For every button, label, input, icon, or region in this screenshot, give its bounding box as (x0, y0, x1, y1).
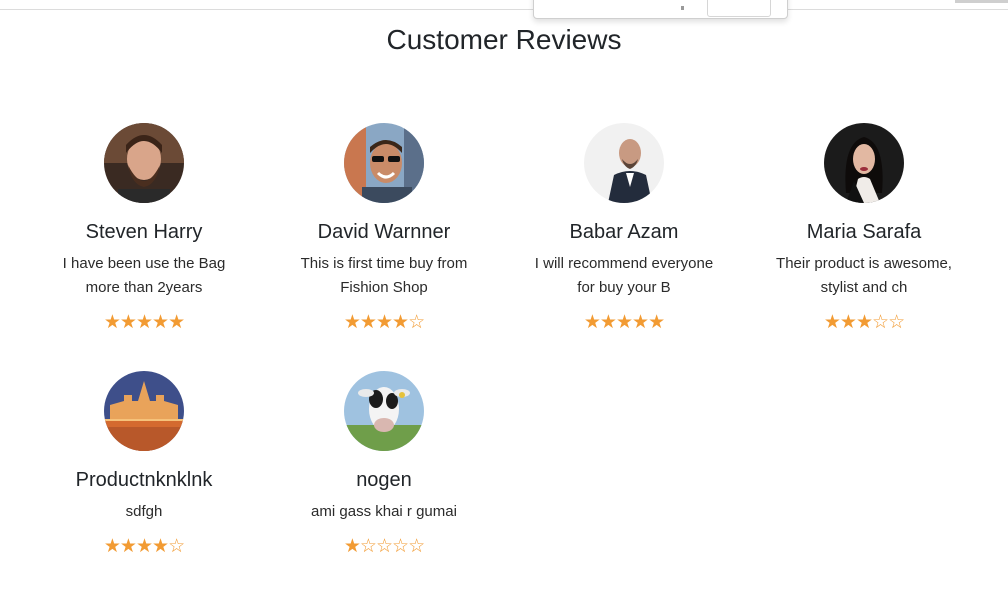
star-filled-icon: ★ (119, 312, 137, 333)
reviewer-name: Steven Harry (85, 221, 203, 243)
review-card: nogen ami gass khai r gumai ★☆☆☆☆ (264, 371, 504, 557)
star-rating: ★★★★★ (24, 313, 264, 333)
review-card: Babar Azam I will recommend everyone for… (504, 123, 744, 333)
star-filled-icon: ★ (168, 312, 185, 333)
star-empty-icon: ☆ (168, 536, 185, 557)
dropdown-button[interactable] (707, 0, 771, 17)
review-text: I have been use the Bag more than 2years (62, 255, 226, 296)
star-filled-icon: ★ (103, 536, 121, 557)
reviewer-name: nogen (356, 469, 412, 491)
star-empty-icon: ☆ (375, 536, 393, 557)
star-empty-icon: ☆ (392, 536, 409, 557)
star-filled-icon: ★ (615, 312, 633, 333)
star-filled-icon: ★ (152, 312, 169, 333)
star-filled-icon: ★ (583, 312, 601, 333)
review-card: David Warnner This is first time buy fro… (264, 123, 504, 333)
dropdown-caret (681, 6, 684, 10)
star-empty-icon: ☆ (359, 536, 377, 557)
star-filled-icon: ★ (599, 312, 617, 333)
review-card: Productnknklnk sdfgh ★★★★☆ (24, 371, 264, 557)
star-empty-icon: ☆ (872, 312, 889, 333)
star-rating: ★★★★☆ (264, 313, 504, 333)
star-filled-icon: ★ (632, 312, 649, 333)
star-filled-icon: ★ (343, 312, 361, 333)
star-filled-icon: ★ (823, 312, 841, 333)
star-rating: ★★★★★ (504, 313, 744, 333)
reviewer-name: Productnknklnk (75, 469, 213, 491)
man-with-beard-avatar (104, 123, 184, 203)
reviewer-name: Babar Azam (569, 221, 679, 243)
star-filled-icon: ★ (359, 312, 377, 333)
bald-man-in-suit-avatar (584, 123, 664, 203)
star-filled-icon: ★ (392, 312, 409, 333)
star-empty-icon: ☆ (408, 536, 425, 557)
review-card: Maria Sarafa Their product is awesome, s… (744, 123, 984, 333)
reviewer-name: Maria Sarafa (806, 221, 922, 243)
star-filled-icon: ★ (839, 312, 857, 333)
reviewer-name: David Warnner (317, 221, 451, 243)
parliament-building-avatar (104, 371, 184, 451)
review-text: I will recommend everyone for buy your B (534, 255, 714, 296)
star-rating: ★★★☆☆ (744, 313, 984, 333)
page-title: Customer Reviews (386, 24, 622, 55)
review-text: This is first time buy from Fishion Shop (300, 255, 468, 296)
review-text: sdfgh (125, 503, 163, 520)
woman-with-dark-hair-avatar (824, 123, 904, 203)
review-card: Steven Harry I have been use the Bag mor… (24, 123, 264, 333)
star-empty-icon: ☆ (408, 312, 425, 333)
scroll-indicator (955, 0, 1008, 3)
review-text: Their product is awesome, stylist and ch (776, 255, 952, 296)
review-text: ami gass khai r gumai (311, 503, 457, 520)
star-filled-icon: ★ (119, 536, 137, 557)
star-filled-icon: ★ (648, 312, 665, 333)
star-filled-icon: ★ (343, 536, 361, 557)
star-rating: ★★★★☆ (24, 537, 264, 557)
star-empty-icon: ☆ (888, 312, 905, 333)
cow-avatar (344, 371, 424, 451)
star-rating: ★☆☆☆☆ (264, 537, 504, 557)
man-with-sunglasses-avatar (344, 123, 424, 203)
star-filled-icon: ★ (855, 312, 873, 333)
star-filled-icon: ★ (103, 312, 121, 333)
star-filled-icon: ★ (375, 312, 393, 333)
star-filled-icon: ★ (135, 312, 153, 333)
header-divider (0, 9, 1008, 10)
dropdown-menu-peek[interactable] (533, 0, 788, 19)
star-filled-icon: ★ (152, 536, 169, 557)
star-filled-icon: ★ (135, 536, 153, 557)
